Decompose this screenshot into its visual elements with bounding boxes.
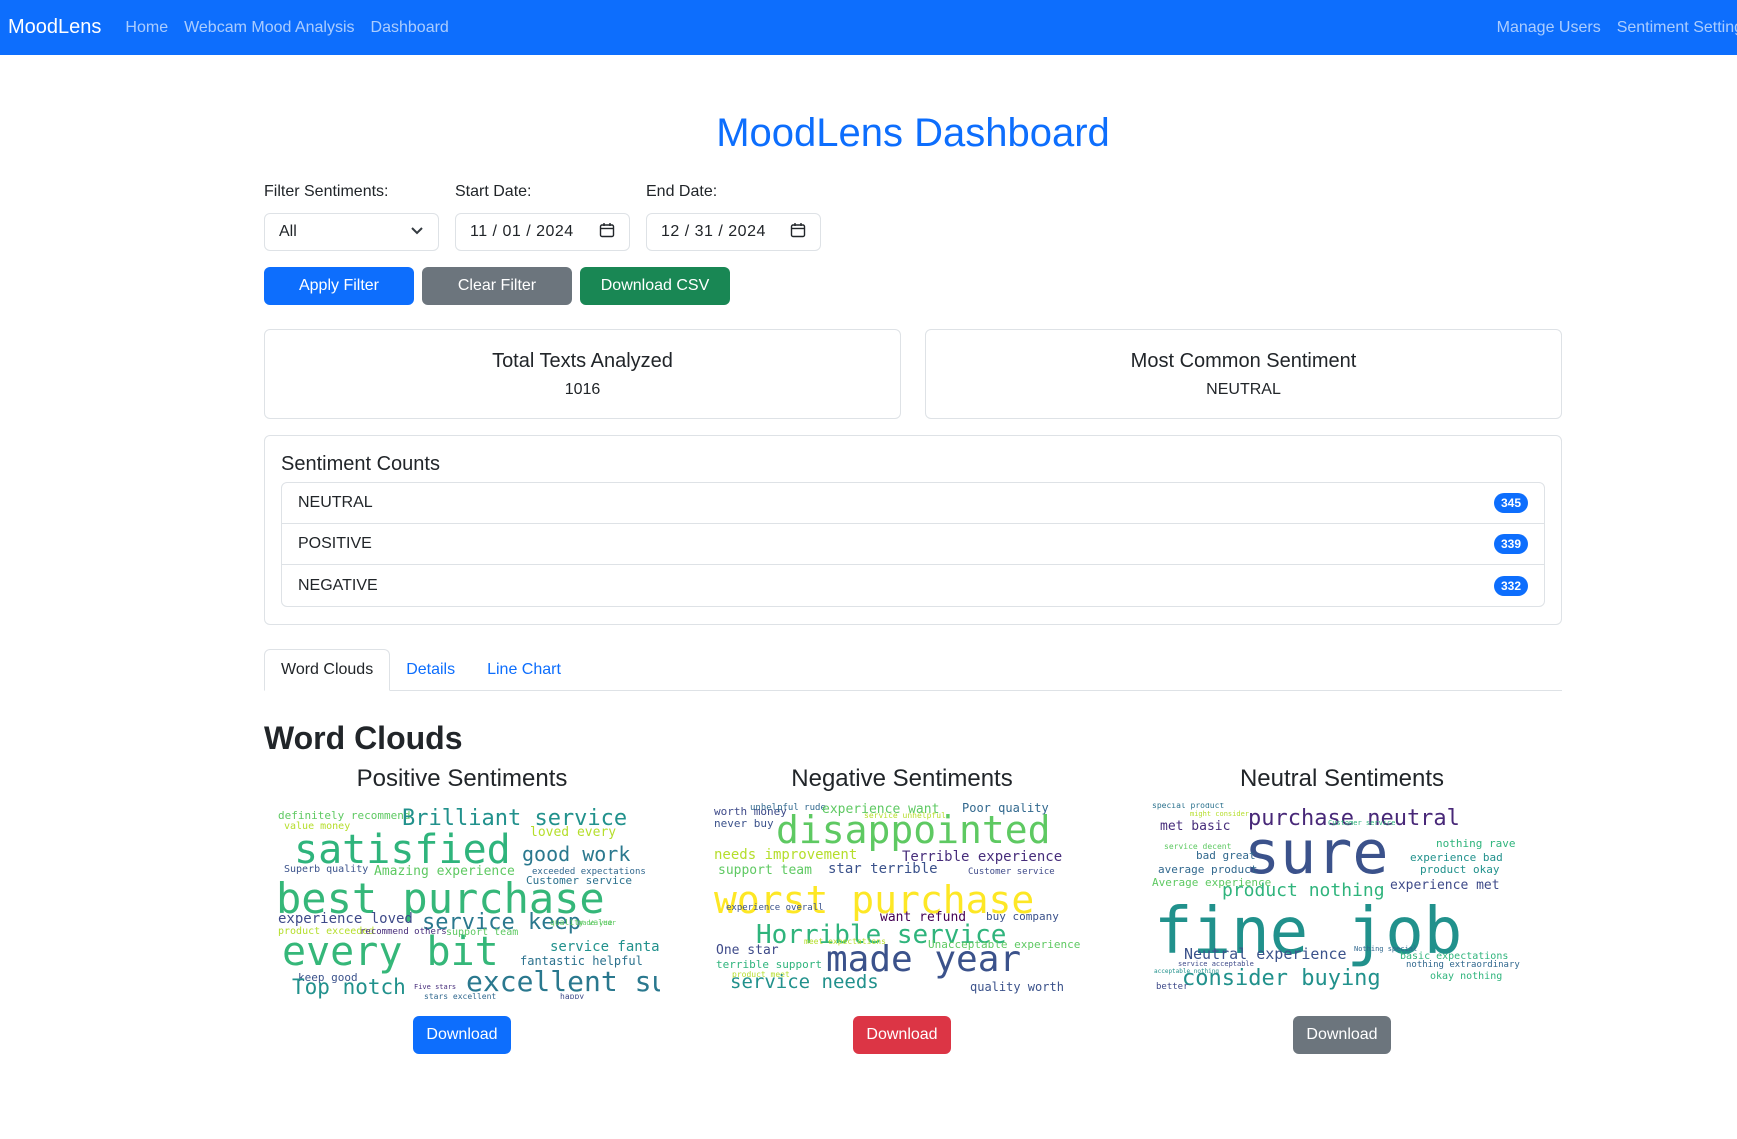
start-date-label: Start Date: (455, 183, 532, 200)
sentiment-label: POSITIVE (298, 535, 372, 552)
sentiment-counts-title: Sentiment Counts (281, 453, 440, 475)
neutral-cloud-title: Neutral Sentiments (1239, 765, 1445, 792)
tab-word-clouds[interactable]: Word Clouds (264, 649, 391, 691)
negative-word-cloud-image: worth moneynever buyunhelpful rudeservic… (714, 801, 1080, 994)
most-common-label: Most Common Sentiment (1130, 350, 1357, 372)
list-item: NEGATIVE 332 (282, 565, 1544, 606)
calendar-icon[interactable] (790, 222, 806, 243)
word-cloud-term: happy (560, 992, 584, 999)
word-cloud-term: service fantastic (550, 939, 660, 955)
word-cloud-term: stars excellent (424, 992, 496, 999)
neutral-word-cloud-image: special productpurchase neutralmight con… (1152, 801, 1520, 992)
sentiment-counts-card: Sentiment Counts NEUTRAL 345 POSITIVE 33… (264, 435, 1562, 625)
word-cloud-term: Nothing special (1354, 945, 1417, 953)
word-cloud-term: experience met (1390, 878, 1500, 893)
positive-cloud-column: Positive Sentiments definitely recommend… (264, 759, 753, 1054)
word-cloud-term: made year (578, 919, 616, 927)
total-texts-label: Total Texts Analyzed (492, 350, 673, 372)
sentiment-counts-list: NEUTRAL 345 POSITIVE 339 NEGATIVE 332 (281, 482, 1545, 607)
word-cloud-term: service needs (730, 971, 879, 993)
word-cloud-term: support team (718, 863, 812, 878)
sentiment-label: NEUTRAL (298, 494, 373, 511)
section-title: Word Clouds (264, 720, 463, 756)
word-cloud-term: One star (716, 943, 779, 958)
clear-filter-button[interactable]: Clear Filter (422, 267, 572, 305)
word-cloud-term: might consider (1190, 810, 1249, 818)
count-badge: 345 (1493, 493, 1528, 513)
download-neutral-button[interactable]: Download (1293, 1016, 1391, 1054)
end-date-input[interactable]: 12 / 31 / 2024 (646, 213, 821, 251)
word-clouds-row: Positive Sentiments definitely recommend… (264, 759, 1562, 1054)
start-date-value: 11 / 01 / 2024 (470, 223, 574, 240)
view-tabs: Word Clouds Details Line Chart (264, 649, 1562, 691)
positive-word-cloud-image: definitely recommendBrilliant serviceval… (276, 806, 753, 1001)
nav-manage-users[interactable]: Manage Users (1497, 19, 1601, 37)
main-container: MoodLens Dashboard Filter Sentiments: Al… (264, 55, 1562, 1054)
nav-sentiment-settings[interactable]: Sentiment Setting (1617, 19, 1737, 37)
filter-row: Filter Sentiments: All Start Date: 11 / … (264, 182, 1562, 251)
word-cloud-term: loved every (530, 825, 616, 840)
end-date-value: 12 / 31 / 2024 (661, 223, 766, 240)
count-badge: 339 (1493, 534, 1528, 554)
tab-details[interactable]: Details (390, 649, 471, 691)
total-texts-value: 1016 (564, 381, 601, 398)
list-item: NEUTRAL 345 (282, 483, 1544, 524)
word-cloud-term: Customer service (1328, 819, 1395, 827)
word-cloud-term: okay nothing (1430, 971, 1502, 982)
word-cloud-term: special product (1152, 803, 1224, 810)
word-cloud-term: good work (522, 842, 630, 866)
filter-buttons: Apply Filter Clear Filter Download CSV (264, 267, 1562, 305)
stats-cards: Total Texts Analyzed 1016 Most Common Se… (264, 329, 1562, 419)
word-cloud-term: average product (1158, 863, 1257, 876)
word-cloud-term: star terrible (828, 861, 938, 877)
apply-filter-button[interactable]: Apply Filter (264, 267, 414, 305)
sentiment-filter-value: All (279, 223, 297, 240)
brand-logo[interactable]: MoodLens (8, 16, 101, 39)
start-date-input[interactable]: 11 / 01 / 2024 (455, 213, 630, 251)
word-cloud-term: product okay (1420, 863, 1500, 876)
tab-line-chart[interactable]: Line Chart (471, 649, 577, 691)
word-cloud-term: bad great (1196, 849, 1256, 862)
negative-cloud-title: Negative Sentiments (791, 765, 1013, 792)
download-csv-button[interactable]: Download CSV (580, 267, 730, 305)
word-cloud-term: better (1156, 982, 1189, 992)
word-cloud-term: acceptable nothing (1154, 968, 1219, 975)
negative-cloud-column: Negative Sentiments worth money never buy… (704, 759, 1100, 1054)
end-date-label: End Date: (646, 183, 718, 200)
page-title: MoodLens Dashboard (716, 111, 1110, 155)
word-cloud-term: Five stars (414, 983, 456, 991)
word-cloud-term: nothing rave (1436, 837, 1515, 850)
word-cloud-term: nothing extraordinary (1406, 960, 1520, 970)
most-common-value: NEUTRAL (1206, 381, 1281, 398)
download-positive-button[interactable]: Download (413, 1016, 511, 1054)
sentiment-label: NEGATIVE (298, 576, 378, 594)
most-common-card: Most Common Sentiment NEUTRAL (925, 329, 1562, 419)
count-badge: 332 (1493, 575, 1528, 596)
nav-dashboard[interactable]: Dashboard (371, 19, 449, 37)
word-cloud-term: never buy (714, 817, 774, 830)
positive-cloud-title: Positive Sentiments (356, 765, 568, 792)
list-item: POSITIVE 339 (282, 524, 1544, 565)
nav-right: Manage Users Sentiment Setting (1497, 19, 1737, 37)
download-negative-button[interactable]: Download (853, 1016, 951, 1054)
word-cloud-term: met basic (1160, 819, 1230, 834)
nav-home[interactable]: Home (125, 19, 168, 37)
word-cloud-term: experience loved (278, 911, 413, 927)
sentiment-filter-label: Filter Sentiments: (264, 183, 389, 200)
total-texts-card: Total Texts Analyzed 1016 (264, 329, 901, 419)
word-cloud-term: Customer service (968, 867, 1055, 877)
sentiment-filter-select[interactable]: All (264, 213, 439, 251)
word-cloud-term: Top notch (292, 975, 406, 999)
chevron-down-icon (410, 223, 424, 241)
word-cloud-term: quality worth (970, 980, 1064, 994)
nav-webcam-mood-analysis[interactable]: Webcam Mood Analysis (184, 19, 354, 37)
word-cloud-term: disappointed (776, 808, 1051, 852)
neutral-cloud-column: Neutral Sentiments special product purcha… (1144, 759, 1540, 1054)
nav-left: Home Webcam Mood Analysis Dashboard (125, 19, 448, 37)
calendar-icon[interactable] (599, 222, 615, 243)
top-navbar: MoodLens Home Webcam Mood Analysis Dashb… (0, 0, 1737, 55)
word-cloud-term: experience overall (726, 903, 824, 913)
